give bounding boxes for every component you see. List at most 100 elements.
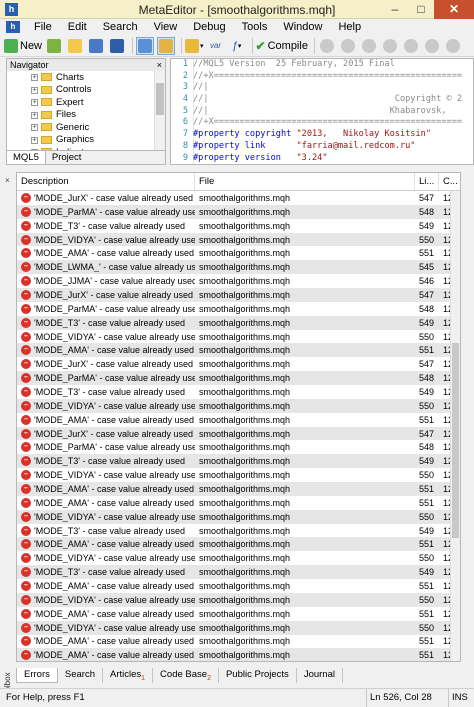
navigator-item[interactable]: + Controls — [7, 84, 155, 97]
stop-button[interactable] — [381, 37, 399, 55]
navigator-item[interactable]: + Graphics — [7, 134, 155, 147]
start-debug-button[interactable] — [318, 37, 336, 55]
menu-search[interactable]: Search — [95, 21, 146, 33]
error-row[interactable]: – 'MODE_T3' - case value already used smoo… — [17, 385, 451, 399]
step-over-button[interactable] — [423, 37, 441, 55]
save-button[interactable] — [87, 37, 105, 55]
resume-button[interactable] — [339, 37, 357, 55]
error-row[interactable]: – 'MODE_VIDYA' - case value already used s… — [17, 468, 451, 482]
menu-edit[interactable]: Edit — [60, 21, 95, 33]
error-row[interactable]: – 'MODE_VIDYA' - case value already used s… — [17, 509, 451, 524]
compile-button[interactable]: ✔ Compile — [256, 37, 308, 55]
navigator-item[interactable]: + Charts — [7, 71, 155, 84]
error-row[interactable]: – 'MODE_JurX' - case value already used sm… — [17, 191, 451, 205]
navigator-close-icon[interactable]: × — [157, 59, 162, 71]
error-row[interactable]: – 'MODE_AMA' - case value already used smo… — [17, 648, 451, 661]
expand-icon[interactable]: + — [31, 86, 38, 94]
error-file: smoothalgorithms.mqh — [199, 622, 291, 633]
error-row[interactable]: – 'MODE_VIDYA' - case value already used s… — [17, 330, 451, 344]
error-row[interactable]: – 'MODE_T3' - case value already used smoo… — [17, 524, 451, 538]
error-row[interactable]: – 'MODE_AMA' - case value already used smo… — [17, 579, 451, 593]
tab-search[interactable]: Search — [58, 668, 103, 683]
error-row[interactable]: – 'MODE_VIDYA' - case value already used s… — [17, 398, 451, 413]
menu-view[interactable]: View — [146, 21, 186, 33]
step-into-button[interactable] — [402, 37, 420, 55]
styler-button[interactable]: ▾ — [185, 37, 204, 55]
column-description[interactable]: Description — [17, 173, 195, 190]
error-row[interactable]: – 'MODE_LWMA_' - case value already used s… — [17, 260, 451, 275]
expand-icon[interactable]: + — [31, 74, 38, 81]
tab-journal[interactable]: Journal — [297, 668, 343, 683]
error-row[interactable]: – 'MODE_VIDYA' - case value already used s… — [17, 592, 451, 607]
variables-button[interactable]: var — [207, 37, 225, 55]
error-row[interactable]: – 'MODE_ParMA' - case value already used s… — [17, 371, 451, 386]
error-row[interactable]: – 'MODE_AMA' - case value already used smo… — [17, 246, 451, 260]
expand-icon[interactable]: + — [31, 124, 38, 131]
column-column[interactable]: C... — [439, 173, 460, 190]
close-button[interactable]: ✕ — [434, 0, 474, 19]
menu-tools[interactable]: Tools — [234, 21, 276, 33]
tab-errors[interactable]: Errors — [16, 668, 58, 683]
navigator-item[interactable]: + Generic — [7, 121, 155, 134]
document-icon[interactable]: h — [6, 21, 20, 33]
error-row[interactable]: – 'MODE_JurX' - case value already used sm… — [17, 426, 451, 441]
tab-project[interactable]: Project — [46, 151, 88, 164]
error-row[interactable]: – 'MODE_ParMA' - case value already used s… — [17, 302, 451, 316]
error-row[interactable]: – 'MODE_T3' - case value already used smoo… — [17, 565, 451, 580]
error-row[interactable]: – 'MODE_JJMA' - case value already used sm… — [17, 274, 451, 288]
tab-public-projects[interactable]: Public Projects — [219, 668, 297, 683]
pause-button[interactable] — [360, 37, 378, 55]
error-row[interactable]: – 'MODE_ParMA' - case value already used s… — [17, 204, 451, 219]
navigator-item[interactable]: + Files — [7, 109, 155, 122]
error-row[interactable]: – 'MODE_VIDYA' - case value already used s… — [17, 232, 451, 247]
toolbox-close-icon[interactable]: × — [5, 176, 10, 185]
error-row[interactable]: – 'MODE_AMA' - case value already used smo… — [17, 635, 451, 649]
navigator-scroll-thumb[interactable] — [156, 83, 164, 115]
tab-code-base[interactable]: Code Base2 — [153, 668, 219, 683]
functions-button[interactable]: ƒ ▾ — [228, 37, 246, 55]
tab-mql5[interactable]: MQL5 — [7, 151, 46, 164]
error-row[interactable]: – 'MODE_JurX' - case value already used sm… — [17, 288, 451, 302]
code-editor[interactable]: 1 //MQL5 Version 25 February, 2015 Final 2… — [170, 58, 474, 165]
error-row[interactable]: – 'MODE_T3' - case value already used smoo… — [17, 454, 451, 469]
error-file: smoothalgorithms.mqh — [199, 594, 291, 605]
error-row[interactable]: – 'MODE_T3' - case value already used smoo… — [17, 219, 451, 233]
error-row[interactable]: – 'MODE_ParMA' - case value already used s… — [17, 440, 451, 454]
open-button[interactable] — [66, 37, 84, 55]
errors-scrollbar[interactable] — [450, 191, 460, 661]
menu-file[interactable]: File — [26, 21, 60, 33]
error-row[interactable]: – 'MODE_AMA' - case value already used smo… — [17, 482, 451, 496]
navigator-item[interactable]: + Expert — [7, 96, 155, 109]
error-row[interactable]: – 'MODE_AMA' - case value already used smo… — [17, 537, 451, 552]
minimize-button[interactable]: – — [382, 0, 408, 19]
code-line: 2 //+X===================================… — [171, 71, 473, 83]
error-row[interactable]: – 'MODE_VIDYA' - case value already used s… — [17, 551, 451, 565]
column-file[interactable]: File — [195, 173, 415, 190]
navigator-item-label: Generic — [56, 121, 90, 133]
step-out-button[interactable] — [444, 37, 462, 55]
save-all-button[interactable] — [108, 37, 126, 55]
expand-icon[interactable]: + — [31, 99, 38, 106]
menu-window[interactable]: Window — [275, 21, 330, 33]
expand-icon[interactable]: + — [31, 136, 38, 144]
error-row[interactable]: – 'MODE_AMA' - case value already used smo… — [17, 607, 451, 621]
toolbox-toggle-button[interactable] — [157, 36, 176, 55]
maximize-button[interactable]: □ — [408, 0, 434, 19]
new-button[interactable]: New — [4, 37, 42, 55]
new-folder-button[interactable] — [45, 37, 63, 55]
expand-icon[interactable]: + — [31, 111, 38, 119]
error-row[interactable]: – 'MODE_T3' - case value already used smoo… — [17, 315, 451, 330]
tab-articles[interactable]: Articles1 — [103, 668, 154, 683]
navigator-scrollbar[interactable] — [154, 71, 165, 151]
navigator-toggle-button[interactable] — [136, 36, 155, 55]
menu-debug[interactable]: Debug — [185, 21, 233, 33]
column-line[interactable]: Li... — [415, 173, 439, 190]
error-row[interactable]: – 'MODE_AMA' - case value already used smo… — [17, 343, 451, 358]
error-row[interactable]: – 'MODE_JurX' - case value already used sm… — [17, 357, 451, 371]
error-row[interactable]: – 'MODE_AMA' - case value already used smo… — [17, 413, 451, 427]
error-description: – 'MODE_AMA' - case value already used — [17, 636, 195, 647]
error-row[interactable]: – 'MODE_AMA' - case value already used smo… — [17, 496, 451, 510]
menu-help[interactable]: Help — [330, 21, 369, 33]
errors-scroll-thumb[interactable] — [452, 343, 459, 539]
error-row[interactable]: – 'MODE_VIDYA' - case value already used s… — [17, 620, 451, 635]
